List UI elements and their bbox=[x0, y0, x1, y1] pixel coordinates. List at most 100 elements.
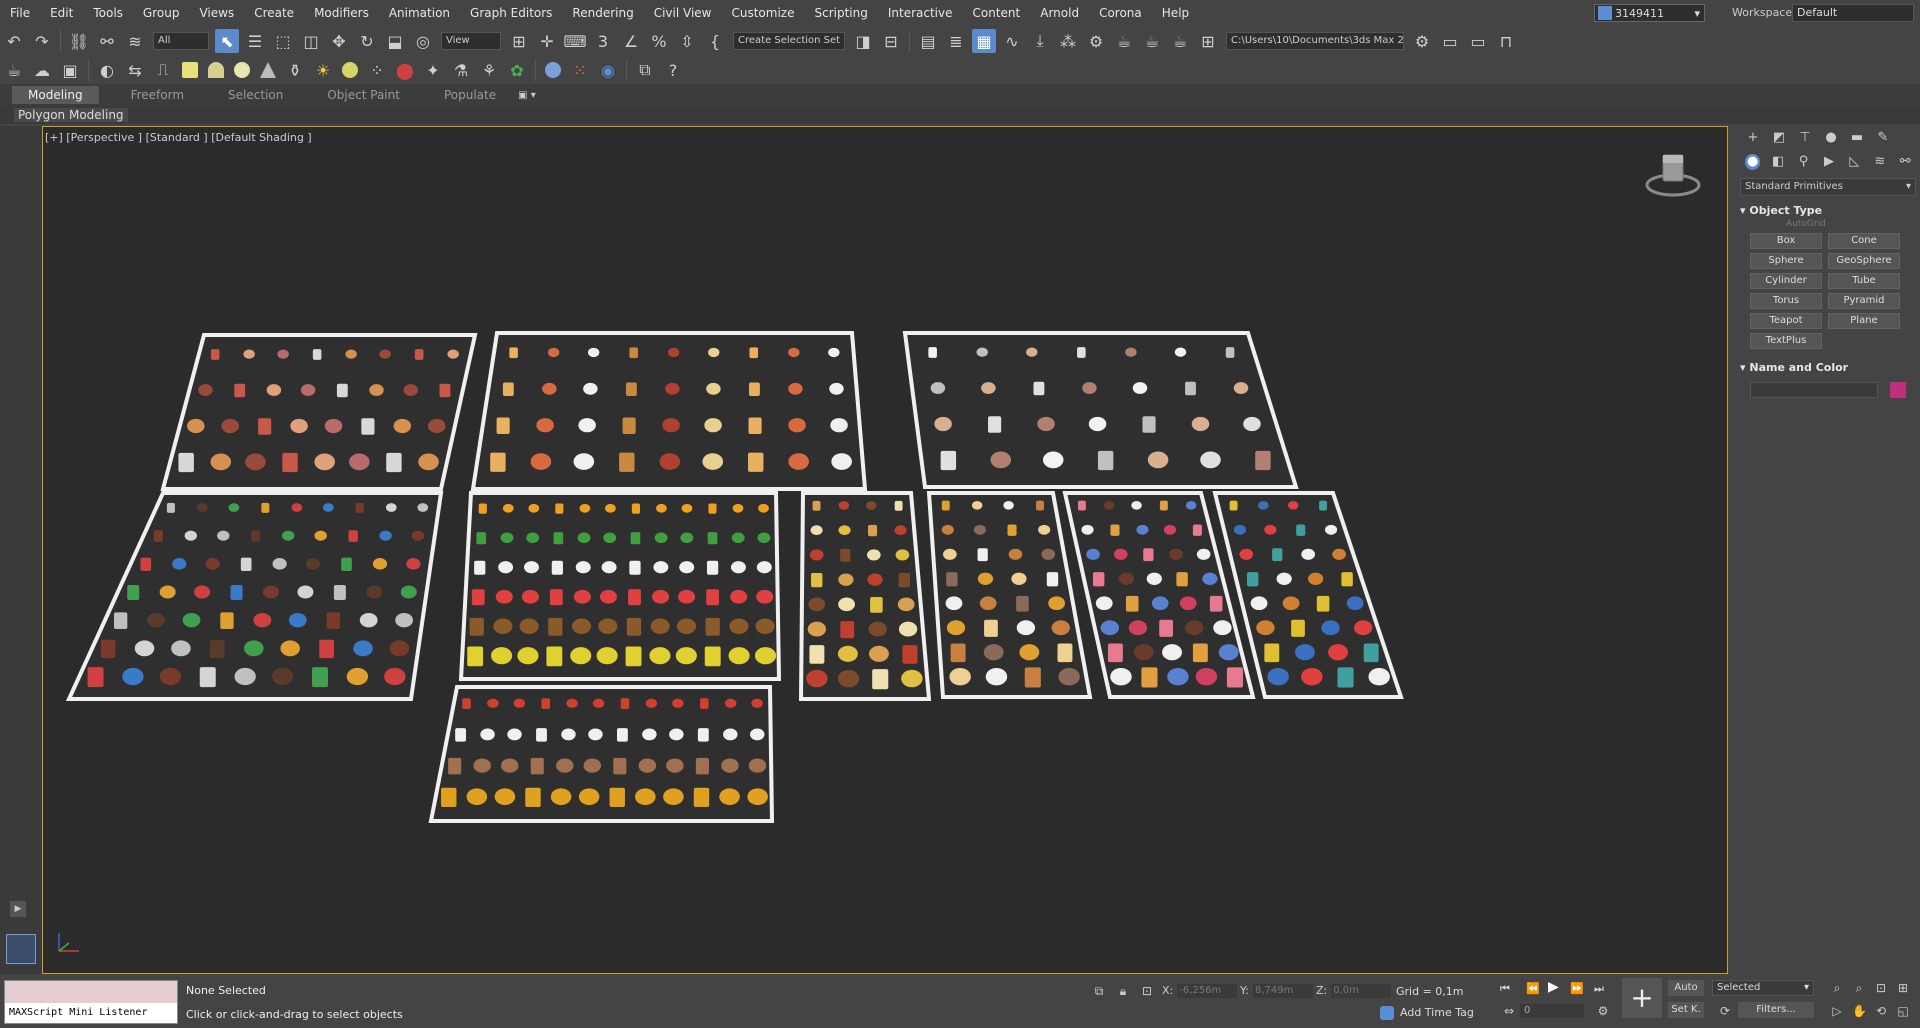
mirror-icon[interactable]: ◨ bbox=[851, 29, 875, 53]
food-object[interactable] bbox=[638, 758, 657, 773]
food-object[interactable] bbox=[809, 549, 824, 561]
food-object[interactable] bbox=[706, 589, 720, 606]
food-object[interactable] bbox=[1132, 382, 1148, 394]
plant-icon[interactable]: ✿ bbox=[505, 58, 529, 82]
x-value[interactable]: -6,256m bbox=[1177, 984, 1238, 998]
create-tab-icon[interactable]: + bbox=[1745, 130, 1761, 146]
food-object[interactable] bbox=[570, 647, 592, 665]
food-object[interactable] bbox=[1250, 596, 1268, 611]
food-object[interactable] bbox=[498, 561, 514, 574]
food-object[interactable] bbox=[1267, 667, 1289, 686]
food-object[interactable] bbox=[988, 416, 1002, 433]
key-filters-icon[interactable]: ⟳ bbox=[1718, 1004, 1732, 1018]
food-object[interactable] bbox=[680, 532, 694, 544]
object-type-rollout-header[interactable]: ▾ Object Type bbox=[1740, 204, 1916, 217]
food-object[interactable] bbox=[353, 640, 373, 657]
food-object[interactable] bbox=[731, 532, 745, 544]
rectangular-selection-icon[interactable]: ⬚ bbox=[271, 29, 295, 53]
render-setup-icon[interactable]: ⚙ bbox=[1084, 29, 1108, 53]
food-object[interactable] bbox=[439, 383, 451, 398]
food-object[interactable] bbox=[272, 558, 287, 570]
food-object[interactable] bbox=[1081, 524, 1094, 535]
food-object[interactable] bbox=[1346, 596, 1364, 611]
snaps-toggle-icon[interactable]: 3 bbox=[591, 29, 615, 53]
food-object[interactable] bbox=[828, 347, 840, 358]
food-object[interactable] bbox=[551, 560, 563, 575]
food-object[interactable] bbox=[977, 548, 988, 562]
food-object[interactable] bbox=[253, 612, 272, 628]
converter-icon[interactable]: ⧉ bbox=[633, 58, 657, 82]
menu-modifiers[interactable]: Modifiers bbox=[304, 0, 379, 26]
food-object[interactable] bbox=[1016, 620, 1036, 636]
food-object[interactable] bbox=[345, 349, 357, 359]
food-object[interactable] bbox=[495, 589, 513, 604]
food-object[interactable] bbox=[87, 667, 104, 688]
food-object[interactable] bbox=[314, 453, 335, 471]
food-object[interactable] bbox=[455, 728, 467, 742]
menu-animation[interactable]: Animation bbox=[379, 0, 460, 26]
y-value[interactable]: 8,749m bbox=[1252, 984, 1313, 998]
food-object[interactable] bbox=[808, 597, 826, 612]
food-object[interactable] bbox=[319, 639, 334, 659]
food-object[interactable] bbox=[837, 669, 860, 688]
food-object[interactable] bbox=[1321, 620, 1340, 636]
food-object[interactable] bbox=[134, 640, 155, 657]
food-object[interactable] bbox=[361, 418, 375, 435]
cylinder-button[interactable]: Cylinder bbox=[1750, 273, 1822, 289]
time-config-icon[interactable]: ⚙ bbox=[1596, 1004, 1610, 1018]
add-time-tag[interactable]: Add Time Tag bbox=[1380, 1006, 1474, 1020]
food-object[interactable] bbox=[1095, 596, 1113, 611]
rendered-frame-window-icon[interactable]: ☕ bbox=[1112, 29, 1136, 53]
food-object[interactable] bbox=[546, 646, 563, 667]
food-object[interactable] bbox=[573, 453, 595, 470]
food-object[interactable] bbox=[550, 788, 572, 806]
food-object[interactable] bbox=[666, 758, 684, 773]
food-object[interactable] bbox=[665, 382, 680, 395]
food-object[interactable] bbox=[122, 667, 144, 686]
food-object[interactable] bbox=[1276, 572, 1292, 585]
food-object[interactable] bbox=[1016, 595, 1029, 612]
food-object[interactable] bbox=[171, 640, 191, 657]
food-object[interactable] bbox=[549, 589, 563, 606]
ribbon-options-icon[interactable]: ▣ ▾ bbox=[518, 90, 536, 101]
zoom-icon[interactable]: ⌕ bbox=[1830, 981, 1844, 995]
food-object[interactable] bbox=[1167, 667, 1189, 686]
food-object[interactable] bbox=[1301, 548, 1316, 560]
food-object[interactable] bbox=[1218, 644, 1239, 661]
food-object[interactable] bbox=[524, 561, 539, 574]
food-object[interactable] bbox=[897, 597, 915, 612]
food-object[interactable] bbox=[288, 612, 307, 628]
menu-edit[interactable]: Edit bbox=[40, 0, 83, 26]
food-object[interactable] bbox=[400, 585, 417, 599]
torus-button[interactable]: Torus bbox=[1750, 293, 1822, 309]
edit-named-selection-icon[interactable]: { bbox=[703, 29, 727, 53]
food-object[interactable] bbox=[355, 502, 364, 513]
selection-filter-dropdown[interactable]: All bbox=[153, 32, 209, 50]
food-object[interactable] bbox=[592, 698, 605, 708]
food-object[interactable] bbox=[1125, 595, 1139, 612]
food-object[interactable] bbox=[1086, 548, 1100, 560]
food-object[interactable] bbox=[1019, 644, 1040, 661]
food-object[interactable] bbox=[1146, 572, 1162, 585]
teapot-button[interactable]: Teapot bbox=[1750, 313, 1822, 329]
project-folder-dropdown[interactable]: C:\Users\10\Documents\3ds Max 2020 bbox=[1226, 32, 1404, 50]
autogrid-checkbox[interactable]: AutoGrid bbox=[1786, 219, 1920, 229]
select-object-icon[interactable]: ⬉ bbox=[215, 29, 239, 53]
hierarchy-tab-icon[interactable]: ⊤ bbox=[1797, 130, 1813, 146]
sun-icon[interactable]: ☀ bbox=[311, 58, 335, 82]
food-object[interactable] bbox=[194, 585, 211, 599]
food-object[interactable] bbox=[702, 453, 724, 470]
viewport-layout-thumbnail[interactable] bbox=[6, 934, 36, 964]
textplus-button[interactable]: TextPlus bbox=[1750, 333, 1822, 349]
geosphere-button[interactable]: GeoSphere bbox=[1828, 253, 1900, 269]
percent-snap-icon[interactable]: % bbox=[647, 29, 671, 53]
shapes-icon[interactable]: ◧ bbox=[1770, 154, 1785, 170]
plane-button[interactable]: Plane bbox=[1828, 313, 1900, 329]
food-object[interactable] bbox=[513, 698, 526, 708]
food-object[interactable] bbox=[266, 384, 282, 396]
food-object[interactable] bbox=[669, 728, 684, 741]
food-object[interactable] bbox=[1291, 619, 1305, 637]
food-object[interactable] bbox=[326, 612, 340, 630]
tab-populate[interactable]: Populate bbox=[422, 86, 518, 104]
food-object[interactable] bbox=[1192, 643, 1208, 663]
